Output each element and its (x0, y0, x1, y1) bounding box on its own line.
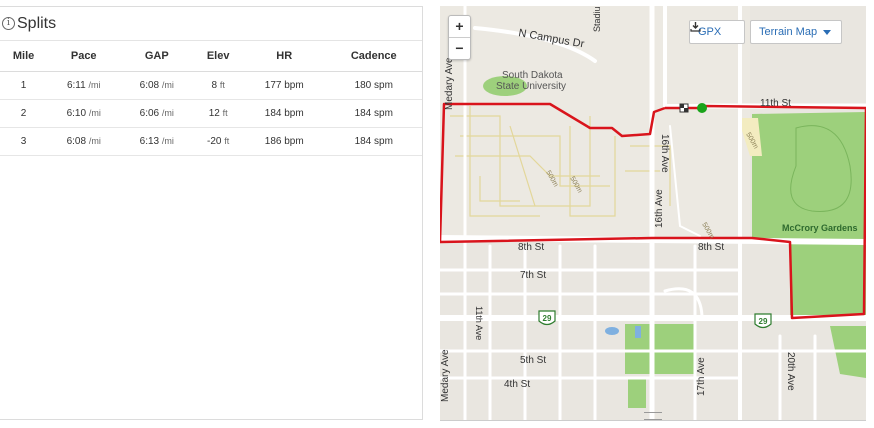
cell-pace: 6:11 /mi (47, 71, 121, 100)
label-university-1: South Dakota (502, 70, 563, 81)
svg-text:29: 29 (759, 317, 768, 326)
svg-text:29: 29 (543, 314, 552, 323)
zoom-control: + − (448, 15, 471, 60)
caret-down-icon (823, 29, 832, 35)
label-16th-ave-top: 16th Ave (659, 134, 670, 173)
route-map[interactable]: 29 29 N Campus Dr Stadiu Medary Ave Sout… (440, 6, 866, 421)
col-hr: HR (243, 41, 326, 72)
splits-header-row: Mile Pace GAP Elev HR Cadence (0, 41, 422, 72)
pond (605, 327, 619, 335)
pool (635, 326, 641, 338)
label-5th-st: 5th St (520, 355, 546, 366)
highway-shield-icon: 29 (538, 310, 556, 326)
label-11th-st: 11th St (760, 98, 791, 109)
elev-value: 12 (208, 108, 220, 119)
elev-value: 8 (211, 80, 218, 91)
pace-unit: /mi (88, 136, 101, 146)
cell-cadence: 184 spm (325, 99, 422, 128)
cell-gap: 6:08 /mi (120, 71, 194, 100)
cell-elev: -20 ft (193, 127, 243, 156)
col-mile: Mile (0, 41, 48, 72)
label-20th-ave: 20th Ave (785, 352, 796, 391)
cell-gap: 6:06 /mi (120, 99, 194, 128)
cell-elev: 12 ft (193, 99, 243, 128)
label-11th-ave: 11th Ave (474, 306, 484, 340)
label-medary-bottom: Medary Ave (440, 349, 451, 402)
label-16th-ave-bottom: 16th Ave (654, 189, 665, 228)
table-row: 1 6:11 /mi 6:08 /mi 8 ft 177 bpm 180 spm (0, 71, 422, 100)
elev-unit: ft (219, 80, 225, 90)
pace-value: 6:11 (66, 80, 86, 91)
label-4th-st: 4th St (504, 379, 530, 390)
cell-hr: 184 bpm (243, 99, 326, 128)
map-type-label: Terrain Map (759, 26, 818, 38)
elev-unit: ft (224, 136, 230, 146)
table-row: 3 6:08 /mi 6:13 /mi -20 ft 186 bpm 184 s… (0, 127, 422, 156)
start-marker-icon (697, 103, 707, 113)
elev-value: -20 (207, 136, 222, 147)
label-8th-st-left: 8th St (518, 242, 544, 253)
splits-title: Splits (17, 14, 57, 32)
pace-unit: /mi (88, 108, 101, 118)
finish-flag-icon (679, 103, 689, 113)
cell-cadence: 180 spm (325, 71, 422, 100)
pace-value: 6:08 (66, 136, 87, 147)
gpx-download-button[interactable]: GPX (689, 20, 745, 44)
label-8th-st-right: 8th St (698, 242, 724, 253)
pace-unit: /mi (88, 80, 101, 90)
cell-mile: 3 (0, 127, 48, 156)
elev-unit: ft (222, 108, 228, 118)
col-elev: Elev (193, 41, 243, 72)
gap-value: 6:13 (139, 136, 160, 147)
gap-value: 6:08 (139, 80, 160, 91)
col-gap: GAP (120, 41, 194, 72)
cell-mile: 1 (0, 71, 48, 100)
label-stadium: Stadiu (592, 6, 602, 32)
highway-shield-icon: 29 (754, 313, 772, 329)
cell-cadence: 184 spm (325, 127, 422, 156)
col-pace: Pace (47, 41, 121, 72)
gpx-label: GPX (698, 26, 722, 38)
small-park (628, 378, 646, 408)
zoom-out-button[interactable]: − (449, 37, 470, 59)
label-mccrory-gardens: McCrory Gardens (782, 223, 858, 233)
splits-table: Mile Pace GAP Elev HR Cadence 1 6:11 /mi… (0, 41, 422, 156)
splits-panel: i Splits Mile Pace GAP Elev HR Cadence 1… (0, 6, 423, 420)
info-icon[interactable]: i (2, 17, 15, 30)
col-cadence: Cadence (325, 41, 422, 72)
gap-unit: /mi (161, 136, 174, 146)
mccrory-gardens-park (752, 112, 866, 318)
zoom-in-button[interactable]: + (449, 16, 470, 37)
map-canvas[interactable]: 29 29 N Campus Dr Stadiu Medary Ave Sout… (440, 6, 866, 420)
label-7th-st: 7th St (520, 270, 546, 281)
cell-elev: 8 ft (193, 71, 243, 100)
cell-gap: 6:13 /mi (120, 127, 194, 156)
gap-unit: /mi (161, 80, 174, 90)
gap-value: 6:06 (139, 108, 160, 119)
splits-header: i Splits (0, 7, 422, 41)
cell-pace: 6:10 /mi (47, 99, 121, 128)
map-type-dropdown[interactable]: Terrain Map (750, 20, 842, 44)
table-row: 2 6:10 /mi 6:06 /mi 12 ft 184 bpm 184 sp… (0, 99, 422, 128)
cell-hr: 177 bpm (243, 71, 326, 100)
gap-unit: /mi (161, 108, 174, 118)
label-medary-top: Medary Ave (444, 57, 455, 110)
cell-mile: 2 (0, 99, 48, 128)
cell-hr: 186 bpm (243, 127, 326, 156)
resize-handle[interactable] (644, 412, 662, 420)
label-university-2: State University (496, 81, 566, 92)
cell-pace: 6:08 /mi (47, 127, 121, 156)
label-17th-ave: 17th Ave (696, 357, 707, 396)
pace-value: 6:10 (66, 108, 87, 119)
download-icon (690, 22, 701, 32)
